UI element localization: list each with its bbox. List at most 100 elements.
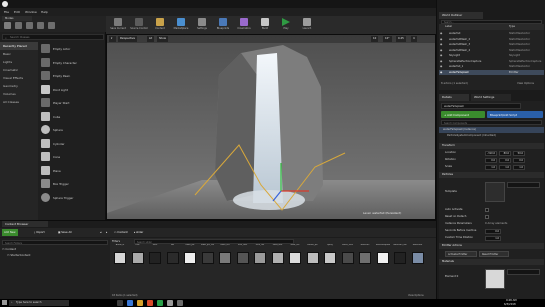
category-lights[interactable]: Lights xyxy=(0,58,38,66)
category-basic[interactable]: Basic xyxy=(0,50,38,58)
save-current-button[interactable]: Save Current xyxy=(108,17,128,33)
asset-tile[interactable]: waterFallsplash xyxy=(375,238,391,268)
modes-tab[interactable]: Modes xyxy=(2,16,32,21)
template-thumbnail[interactable] xyxy=(485,182,505,202)
tree-item-starter-content[interactable]: ▭ StarterContent xyxy=(7,253,30,257)
menu-help[interactable]: Help xyxy=(41,10,48,14)
location-y-field[interactable]: 80.0 xyxy=(499,150,511,156)
save-all-button[interactable]: ▣ Save All xyxy=(56,229,74,236)
category-all-classes[interactable]: All Classes xyxy=(0,98,38,106)
auto-activate-checkbox[interactable] xyxy=(485,208,489,212)
taskbar-search-input[interactable]: ⌕ Type here to search xyxy=(9,300,69,306)
category-geometry[interactable]: Geometry xyxy=(0,82,38,90)
place-item-sphere-trigger[interactable]: Sphere Trigger xyxy=(38,191,106,205)
taskbar-app-icon[interactable] xyxy=(167,300,173,306)
forward-button[interactable]: ▸ xyxy=(104,229,109,236)
menu-window[interactable]: Window xyxy=(25,10,37,14)
scale-z-field[interactable]: 1.0 xyxy=(513,164,525,170)
place-item-cube[interactable]: Cube xyxy=(38,110,106,124)
perspective-button[interactable]: Perspective xyxy=(118,36,138,42)
asset-tile[interactable]: Arrow_M xyxy=(112,238,128,268)
template-dropdown[interactable] xyxy=(507,182,540,188)
asset-tile[interactable]: foam_pic xyxy=(182,238,198,268)
path-folder[interactable]: ▸ slider xyxy=(132,229,145,236)
place-item-empty-pawn[interactable]: Empty Pawn xyxy=(38,69,106,83)
asset-tile[interactable]: Emit xyxy=(147,238,163,268)
outliner-view-options[interactable]: View Options xyxy=(517,82,534,85)
taskbar-app-icon[interactable] xyxy=(117,300,123,306)
reset-emitter-button[interactable]: Reset Emitter xyxy=(479,251,509,257)
category-volumes[interactable]: Volumes xyxy=(0,90,38,98)
asset-tile[interactable]: waterMat xyxy=(410,238,426,268)
landscape-mode-icon[interactable] xyxy=(26,22,33,29)
launch-button[interactable]: Launch xyxy=(297,17,317,33)
reset-on-detach-checkbox[interactable] xyxy=(485,215,489,219)
taskbar-app-icon[interactable] xyxy=(147,300,153,306)
content-browser-tab[interactable]: Content Browser xyxy=(2,221,48,227)
asset-tile[interactable]: waterfall xyxy=(357,238,373,268)
place-item-box-trigger[interactable]: Box Trigger xyxy=(38,177,106,191)
build-button[interactable]: Build xyxy=(255,17,275,33)
taskbar-app-icon[interactable] xyxy=(157,300,163,306)
blueprint-add-script-button[interactable]: Blueprint/Add Script xyxy=(487,111,543,118)
asset-tile[interactable]: foam_pic_tex xyxy=(200,238,216,268)
place-item-plane[interactable]: Plane xyxy=(38,164,106,178)
back-button[interactable]: ◂ xyxy=(98,229,103,236)
content-button[interactable]: Content xyxy=(150,17,170,33)
taskbar-app-icon[interactable] xyxy=(137,300,143,306)
camera-speed-value[interactable]: 4 xyxy=(411,36,417,42)
asset-tile[interactable]: waterFall_NM xyxy=(392,238,408,268)
foliage-mode-icon[interactable] xyxy=(37,22,44,29)
asset-view-options[interactable]: View Options xyxy=(408,294,424,297)
settings-button[interactable]: Settings xyxy=(192,17,212,33)
component-child[interactable]: ParticleSystemComponent (Inherited) xyxy=(439,133,544,139)
asset-tile[interactable]: water_falls xyxy=(340,238,356,268)
details-tab[interactable]: Details xyxy=(439,94,469,101)
taskbar-app-icon[interactable] xyxy=(177,300,183,306)
asset-tile[interactable]: rock_mat xyxy=(235,238,251,268)
material-dropdown[interactable] xyxy=(507,269,540,275)
lit-button[interactable]: Lit xyxy=(147,36,155,42)
marketplace-button[interactable]: Marketplace xyxy=(171,17,191,33)
rotation-z-field[interactable]: 0.0 xyxy=(513,157,525,163)
viewport-options-button[interactable]: ▾ xyxy=(109,36,116,42)
world-settings-tab[interactable]: World Settings xyxy=(471,94,511,101)
asset-tile[interactable]: foam_tex xyxy=(217,238,233,268)
asset-tile[interactable]: Disc xyxy=(130,238,146,268)
blueprints-button[interactable]: Blueprints xyxy=(213,17,233,33)
transform-header[interactable]: Transform xyxy=(439,143,544,149)
location-z-field[interactable]: 50.0 xyxy=(513,150,525,156)
asset-tile[interactable]: sand_tex xyxy=(287,238,303,268)
menu-edit[interactable]: Edit xyxy=(14,10,20,14)
add-component-button[interactable]: + Add Component xyxy=(441,111,485,118)
category-visual-effects[interactable]: Visual Effects xyxy=(0,74,38,82)
rotation-y-field[interactable]: 0.0 xyxy=(499,157,511,163)
custom-time-dilation-field[interactable]: 1.0 xyxy=(485,235,501,241)
grid-snap-value[interactable]: 10 xyxy=(371,36,379,42)
menu-file[interactable]: File xyxy=(4,10,9,14)
asset-tile[interactable]: spray xyxy=(322,238,338,268)
place-item-empty-actor[interactable]: Empty Actor xyxy=(38,42,106,56)
asset-tile[interactable]: Fall xyxy=(165,238,181,268)
tree-item-content[interactable]: ▭ Content xyxy=(2,247,16,251)
play-button[interactable]: Play xyxy=(276,17,296,33)
class-search-input[interactable]: ⌕ Search Classes xyxy=(2,34,104,40)
category-recently-placed[interactable]: Recently Placed xyxy=(0,42,38,50)
place-item-cylinder[interactable]: Cylinder xyxy=(38,137,106,151)
asset-tile[interactable]: smoke_pic xyxy=(305,238,321,268)
place-item-sphere[interactable]: Sphere xyxy=(38,123,106,137)
rotation-x-field[interactable]: 0.0 xyxy=(485,157,497,163)
emitter-actions-header[interactable]: Emitter Actions xyxy=(439,243,544,249)
geometry-mode-icon[interactable] xyxy=(48,22,55,29)
world-outliner-tab[interactable]: World Outliner xyxy=(439,12,483,19)
cinematics-button[interactable]: Cinematics xyxy=(234,17,254,33)
scale-x-field[interactable]: 1.0 xyxy=(485,164,497,170)
asset-tile[interactable]: sand_Mat xyxy=(270,238,286,268)
add-new-button[interactable]: Add New xyxy=(2,229,18,236)
location-x-field[interactable]: -310.0 xyxy=(485,150,497,156)
place-item-player-start[interactable]: Player Start xyxy=(38,96,106,110)
seconds-before-inactive-field[interactable]: 0.0 xyxy=(485,228,501,234)
outliner-row-selected[interactable]: ◉ waterFallsplash Emitter xyxy=(439,69,544,75)
category-cinematic[interactable]: Cinematic xyxy=(0,66,38,74)
place-item-point-light[interactable]: Point Light xyxy=(38,83,106,97)
